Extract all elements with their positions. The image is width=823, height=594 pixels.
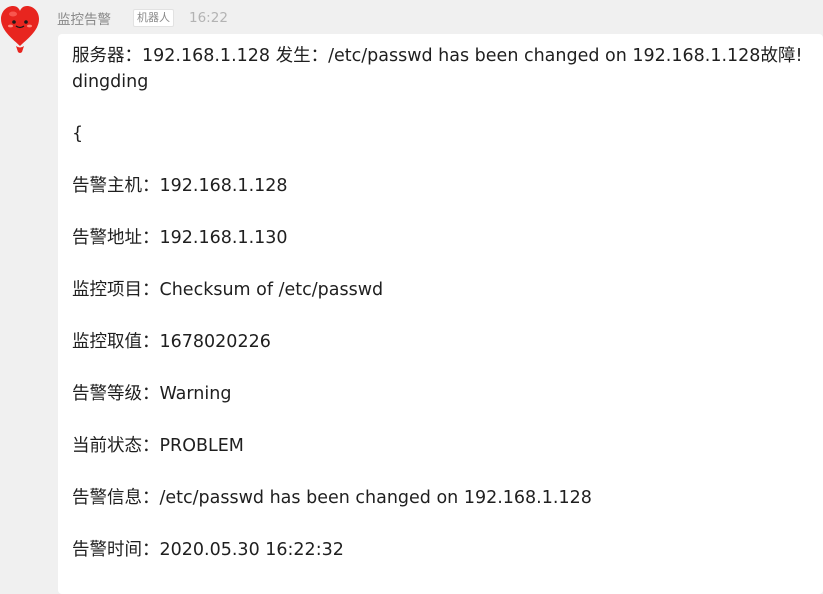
sender-avatar[interactable] (0, 0, 40, 56)
open-brace: { (72, 124, 84, 144)
monitor-value: 监控取值：1678020226 (72, 332, 271, 352)
robot-badge: 机器人 (133, 9, 174, 27)
message-headline: 服务器：192.168.1.128 发生：/etc/passwd has bee… (72, 46, 803, 66)
monitor-item: 监控项目：Checksum of /etc/passwd (72, 280, 384, 300)
message-header: 监控告警 机器人 16:22 (57, 8, 228, 28)
sender-name[interactable]: 监控告警 (57, 8, 111, 28)
message-headline-continued: dingding (72, 72, 149, 92)
message-bubble[interactable]: 服务器：192.168.1.128 发生：/etc/passwd has bee… (58, 34, 823, 594)
alert-level: 告警等级：Warning (72, 384, 232, 404)
alert-host: 告警主机：192.168.1.128 (72, 176, 288, 196)
red-heart-mascot-icon (1, 6, 39, 53)
alert-address: 告警地址：192.168.1.130 (72, 228, 288, 248)
alert-time: 告警时间：2020.05.30 16:22:32 (72, 540, 344, 560)
message-time: 16:22 (189, 10, 228, 26)
alert-info: 告警信息：/etc/passwd has been changed on 192… (72, 488, 592, 508)
current-status: 当前状态：PROBLEM (72, 436, 244, 456)
